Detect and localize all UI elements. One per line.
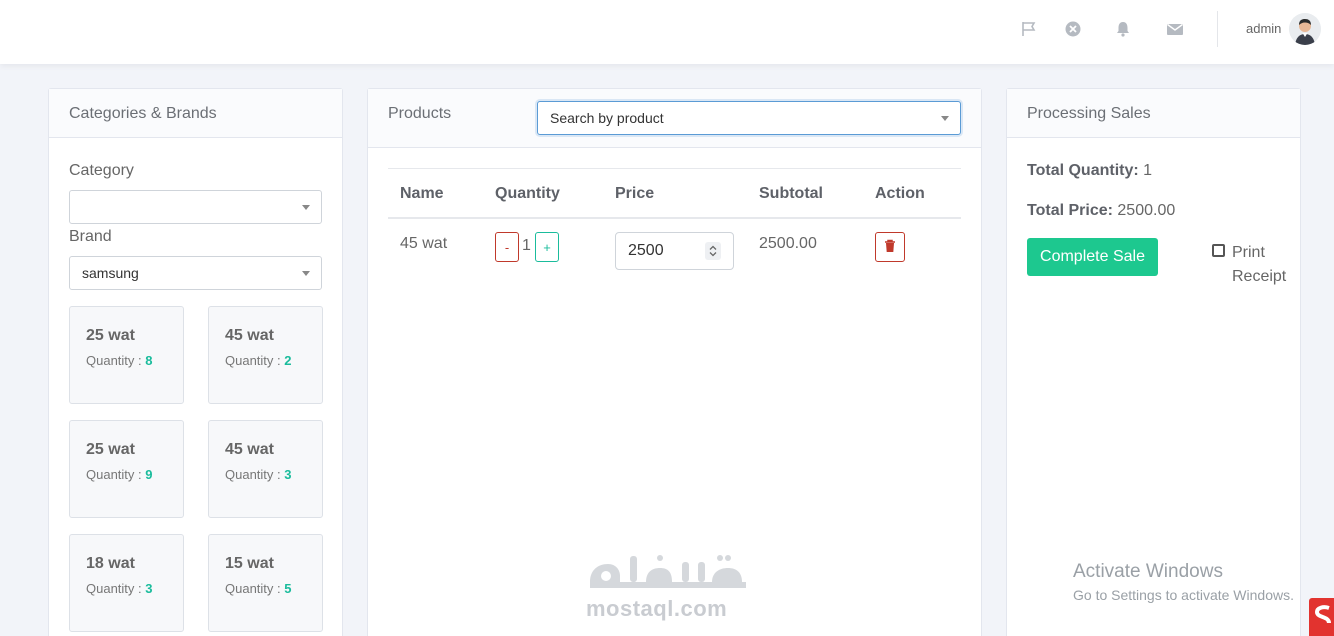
category-select[interactable] [69, 190, 322, 224]
quantity-value: 3 [145, 581, 153, 596]
brand-select[interactable]: samsung [69, 256, 322, 290]
table-border [388, 168, 961, 169]
top-navbar: admin [0, 0, 1334, 64]
flag-icon[interactable] [1020, 20, 1038, 38]
envelope-icon[interactable] [1166, 20, 1184, 38]
product-search-select[interactable]: Search by product [537, 101, 961, 135]
bell-icon[interactable] [1114, 20, 1132, 38]
trash-icon [884, 239, 896, 256]
card-title: Categories & Brands [49, 89, 342, 138]
total-price: Total Price: 2500.00 [1027, 202, 1175, 220]
activate-windows-title: Activate Windows [1073, 561, 1223, 582]
row-quantity: 1 [522, 237, 531, 254]
column-header-price: Price [615, 185, 655, 202]
close-circle-icon[interactable] [1064, 20, 1082, 38]
user-name[interactable]: admin [1246, 21, 1281, 36]
product-tile[interactable]: 25 wat Quantity : 8 [69, 306, 184, 404]
table-header-border [388, 217, 961, 219]
price-input[interactable]: 2500 [615, 232, 734, 270]
increase-quantity-button[interactable]: + [535, 232, 559, 262]
delete-item-button[interactable] [875, 232, 905, 262]
card-title: Processing Sales [1007, 89, 1300, 138]
product-tile-quantity: Quantity : 9 [86, 467, 153, 482]
column-header-name: Name [400, 185, 444, 202]
brand-select-value: samsung [82, 265, 139, 281]
total-price-value: 2500.00 [1117, 202, 1176, 219]
print-receipt-label[interactable]: Print Receipt [1232, 241, 1302, 289]
row-subtotal: 2500.00 [759, 235, 817, 252]
categories-brands-card: Categories & Brands Category Brand samsu… [48, 88, 343, 636]
total-quantity-value: 1 [1143, 162, 1153, 179]
product-tile-quantity: Quantity : 8 [86, 353, 153, 368]
product-tile[interactable]: 45 wat Quantity : 2 [208, 306, 323, 404]
avatar[interactable] [1289, 13, 1321, 45]
product-tile[interactable]: 18 wat Quantity : 3 [69, 534, 184, 632]
chevron-down-icon [302, 205, 310, 210]
product-tile-name: 15 wat [225, 555, 274, 572]
watermark-site: mostaql.com [586, 596, 728, 621]
chevron-down-icon [941, 116, 949, 121]
mostaql-logo [586, 548, 748, 594]
complete-sale-button[interactable]: Complete Sale [1027, 238, 1158, 276]
product-tile[interactable]: 15 wat Quantity : 5 [208, 534, 323, 632]
quantity-value: 8 [145, 353, 153, 368]
total-price-label: Total Price: [1027, 202, 1113, 219]
total-quantity-label: Total Quantity: [1027, 162, 1139, 179]
brand-label: Brand [69, 228, 112, 245]
product-tile-quantity: Quantity : 2 [225, 353, 292, 368]
quantity-value: 9 [145, 467, 153, 482]
column-header-quantity: Quantity [495, 185, 560, 202]
chevron-down-icon [302, 271, 310, 276]
product-tile[interactable]: 45 wat Quantity : 3 [208, 420, 323, 518]
product-tile-quantity: Quantity : 3 [86, 581, 153, 596]
activate-windows-subtitle: Go to Settings to activate Windows. [1073, 587, 1294, 603]
product-tile-quantity: Quantity : 5 [225, 581, 292, 596]
total-quantity: Total Quantity: 1 [1027, 162, 1152, 180]
quantity-value: 2 [284, 353, 292, 368]
quantity-value: 5 [284, 581, 292, 596]
decrease-quantity-button[interactable]: - [495, 232, 519, 262]
column-header-action: Action [875, 185, 925, 202]
product-search-placeholder: Search by product [550, 110, 664, 126]
product-tile-quantity: Quantity : 3 [225, 467, 292, 482]
product-tile-name: 45 wat [225, 441, 274, 458]
product-tile-name: 18 wat [86, 555, 135, 572]
product-tile-name: 25 wat [86, 327, 135, 344]
quantity-value: 3 [284, 467, 292, 482]
price-input-value: 2500 [628, 242, 664, 259]
print-receipt-checkbox[interactable] [1212, 244, 1225, 257]
navbar-divider [1217, 11, 1218, 47]
product-tile[interactable]: 25 wat Quantity : 9 [69, 420, 184, 518]
category-label: Category [69, 162, 134, 179]
activate-windows-overlay: Activate Windows Go to Settings to activ… [1073, 561, 1294, 603]
corner-app-badge [1309, 598, 1334, 636]
product-tile-name: 45 wat [225, 327, 274, 344]
row-product-name: 45 wat [400, 235, 448, 252]
processing-sales-card: Processing Sales Total Quantity: 1 Total… [1006, 88, 1301, 636]
column-header-subtotal: Subtotal [759, 185, 823, 202]
product-tile-name: 25 wat [86, 441, 135, 458]
spinner-icon[interactable] [705, 242, 721, 260]
